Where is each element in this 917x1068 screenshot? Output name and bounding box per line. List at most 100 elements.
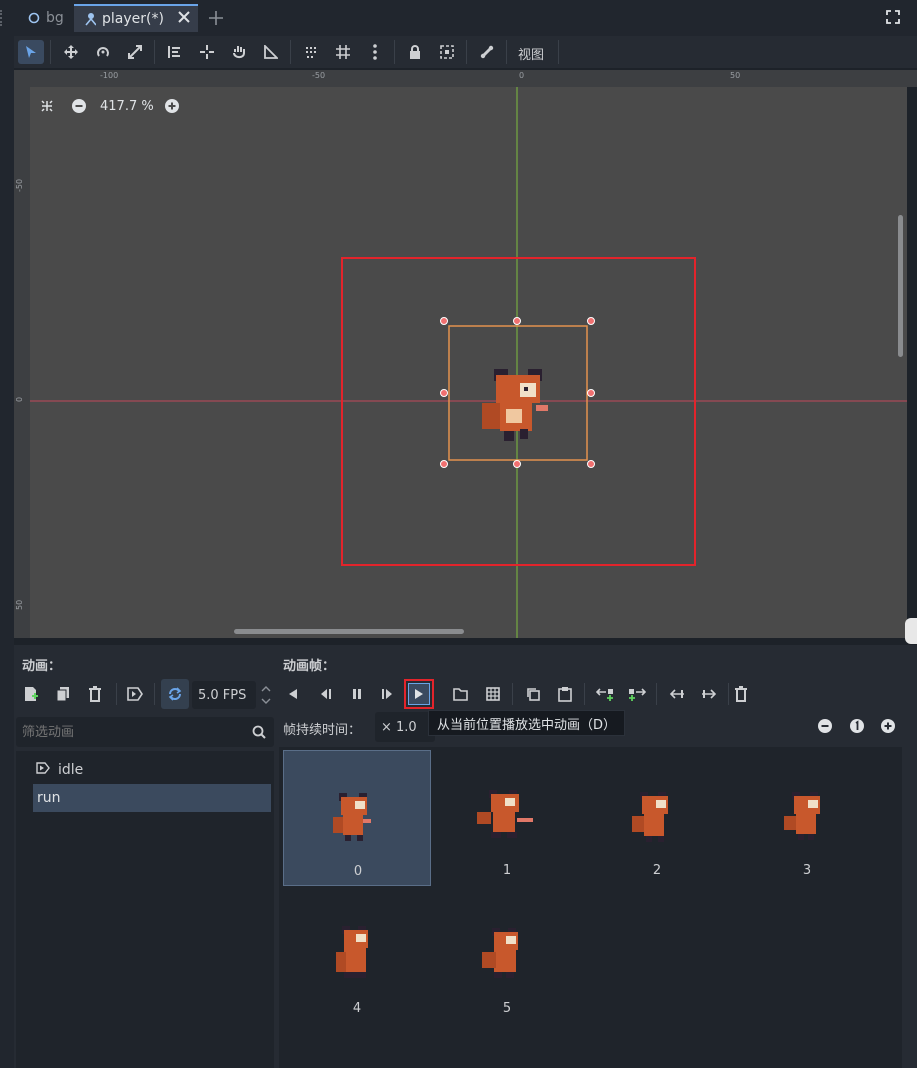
select-mode-button[interactable] [18, 40, 44, 64]
delete-frame-icon[interactable] [728, 681, 754, 707]
play-backwards-from-end-icon[interactable] [312, 681, 338, 707]
handle-point [587, 389, 595, 397]
separator [656, 683, 657, 705]
insert-after-icon[interactable] [624, 681, 650, 707]
bone-icon[interactable] [474, 40, 500, 64]
horizontal-ruler: -100 -50 0 50 [30, 70, 917, 87]
animation-filter-input[interactable] [16, 717, 246, 747]
duplicate-animation-icon[interactable] [50, 681, 76, 707]
toolbar-separator [290, 40, 291, 64]
toolbar-separator [50, 40, 51, 64]
delete-animation-icon[interactable] [82, 681, 108, 707]
handle-point [440, 460, 448, 468]
list-item-run[interactable]: run [33, 784, 271, 812]
grid-icon[interactable] [330, 40, 356, 64]
view-menu[interactable]: 视图 [518, 44, 544, 63]
zoom-reset-frames-button[interactable] [850, 719, 864, 737]
pause-icon[interactable] [344, 681, 370, 707]
handle-point [513, 460, 521, 468]
move-right-icon[interactable] [696, 681, 722, 707]
separator [154, 683, 155, 705]
separator [512, 683, 513, 705]
node2d-circle-icon [28, 12, 40, 24]
horizontal-scrollbar[interactable] [234, 629, 464, 634]
list-select-icon[interactable] [162, 40, 188, 64]
close-tab-icon[interactable] [178, 11, 190, 27]
play-from-current-button[interactable] [404, 679, 434, 709]
play-backwards-icon[interactable] [280, 681, 306, 707]
ruler-icon[interactable] [258, 40, 284, 64]
group-icon[interactable] [434, 40, 460, 64]
sprite-sheet-grid-icon[interactable] [480, 681, 506, 707]
paste-frame-icon[interactable] [552, 681, 578, 707]
autoplay-icon[interactable] [122, 681, 148, 707]
insert-before-icon[interactable] [592, 681, 618, 707]
move-mode-icon[interactable] [58, 40, 84, 64]
fox-frame-thumbnail [784, 792, 820, 840]
frame-item-5[interactable]: 5 [433, 888, 581, 1024]
canvas-viewport[interactable]: 417.7 % [30, 87, 907, 638]
vertical-ruler: -50 0 50 [14, 70, 30, 638]
new-animation-icon[interactable] [18, 681, 44, 707]
search-icon [252, 725, 266, 743]
copy-frame-icon[interactable] [520, 681, 546, 707]
ruler-tick: 50 [15, 599, 24, 610]
lock-icon[interactable] [402, 40, 428, 64]
open-folder-icon[interactable] [448, 681, 474, 707]
frame-index: 3 [802, 863, 812, 878]
fps-stepper-icon[interactable] [260, 681, 272, 713]
ruler-tick: -50 [15, 178, 24, 192]
loop-toggle[interactable] [161, 679, 189, 709]
zoom-out-frames-button[interactable] [818, 719, 832, 737]
zoom-in-frames-button[interactable] [881, 719, 895, 737]
dock-edge-handle[interactable] [905, 618, 917, 644]
pan-hand-icon[interactable] [226, 40, 252, 64]
animation-filter-box [16, 717, 274, 747]
frame-item-0[interactable]: 0 [283, 750, 431, 886]
character-node-icon [84, 13, 96, 26]
frame-item-3[interactable]: 3 [733, 750, 881, 886]
snap-icon[interactable] [298, 40, 324, 64]
handle-point [440, 317, 448, 325]
frame-index: 1 [502, 863, 512, 878]
frame-item-4[interactable]: 4 [283, 888, 431, 1024]
toolbar-separator [154, 40, 155, 64]
pivot-icon[interactable] [194, 40, 220, 64]
scale-mode-icon[interactable] [122, 40, 148, 64]
play-icon [408, 683, 430, 705]
tab-player[interactable]: player(*) [74, 4, 198, 32]
toolbar-separator [506, 40, 507, 64]
drag-handle-icon[interactable] [0, 10, 6, 26]
frame-duration-input[interactable]: × 1.0 [375, 712, 435, 742]
separator [584, 683, 585, 705]
scene-tab-bar: bg player(*) [0, 0, 917, 36]
frame-index: 5 [502, 1001, 512, 1016]
fox-frame-thumbnail [336, 926, 368, 978]
add-tab-icon[interactable] [208, 10, 224, 30]
move-left-icon[interactable] [664, 681, 690, 707]
fox-frame-thumbnail [333, 793, 371, 841]
rotate-mode-icon[interactable] [90, 40, 116, 64]
more-options-icon[interactable] [362, 40, 388, 64]
distraction-free-icon[interactable] [886, 10, 900, 28]
list-item-idle[interactable]: idle [22, 757, 268, 783]
frame-item-2[interactable]: 2 [583, 750, 731, 886]
animation-list: idle run [16, 751, 274, 1068]
frame-item-1[interactable]: 1 [433, 750, 581, 886]
toolbar-separator [394, 40, 395, 64]
handle-point [587, 317, 595, 325]
play-from-start-icon[interactable] [375, 681, 401, 707]
canvas-toolbar: 视图 [14, 36, 917, 68]
zoom-in-button[interactable] [165, 99, 179, 117]
zoom-level[interactable]: 417.7 % [100, 99, 154, 114]
tab-bg[interactable]: bg [18, 4, 74, 32]
center-view-icon[interactable] [40, 99, 54, 117]
zoom-out-button[interactable] [72, 99, 86, 117]
fox-sprite [482, 369, 548, 441]
toolbar-separator [466, 40, 467, 64]
fps-spinbox[interactable]: 5.0 FPS [192, 681, 256, 709]
vertical-scrollbar[interactable] [898, 215, 903, 357]
animation-name: idle [58, 762, 84, 778]
left-dock-strip [0, 36, 14, 1068]
frame-index: 2 [652, 863, 662, 878]
